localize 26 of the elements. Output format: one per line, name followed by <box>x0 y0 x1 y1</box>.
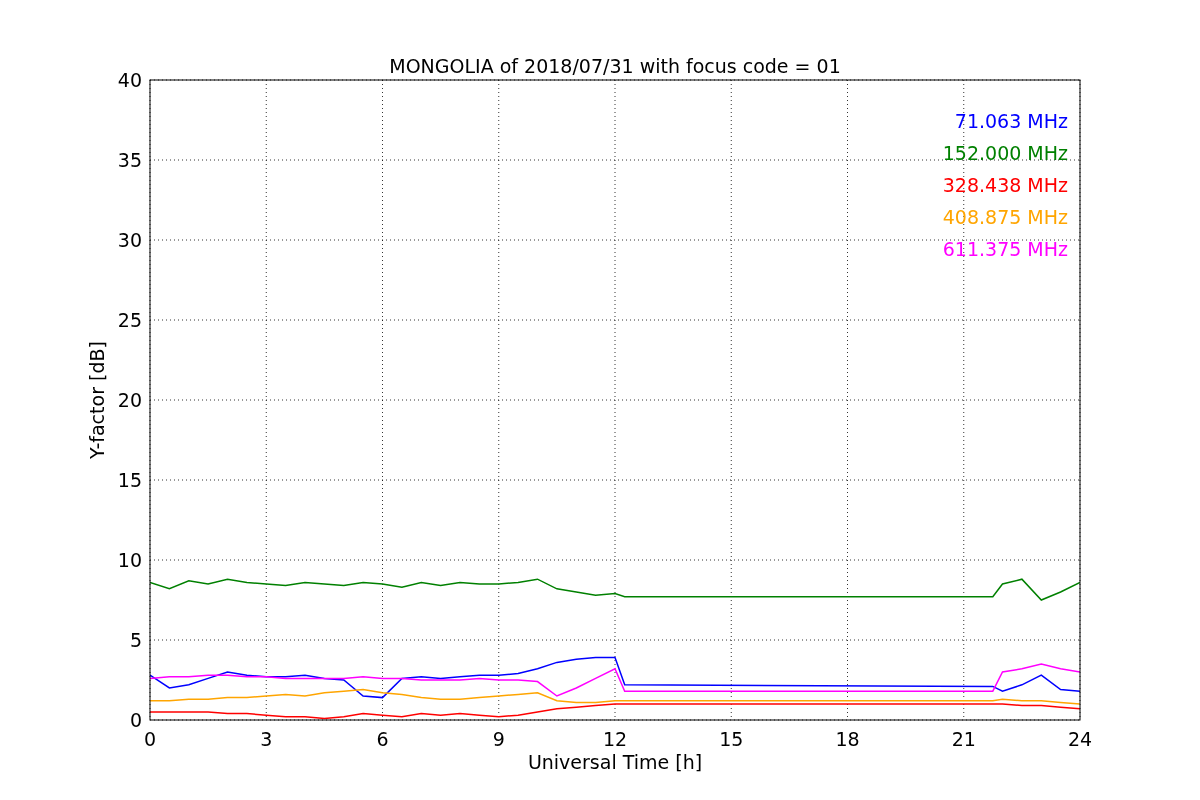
tick-label: 15 <box>117 469 142 491</box>
tick-label: 6 <box>376 728 389 750</box>
tick-label: 24 <box>1067 728 1093 750</box>
tick-label: 25 <box>117 309 142 331</box>
tick-label: 40 <box>117 69 142 91</box>
tick-label: 9 <box>492 728 505 750</box>
y-axis-label: Y-factor [dB] <box>86 341 108 459</box>
tick-label: 18 <box>835 728 860 750</box>
tick-label: 21 <box>951 728 976 750</box>
legend-label: 152.000 MHz <box>942 142 1068 164</box>
tick-label: 35 <box>117 149 142 171</box>
tick-label: 0 <box>129 709 142 731</box>
tick-label: 20 <box>117 389 142 411</box>
tick-label: 30 <box>117 229 142 251</box>
tick-label: 3 <box>260 728 273 750</box>
legend-label: 71.063 MHz <box>954 110 1068 132</box>
legend-label: 611.375 MHz <box>942 238 1068 260</box>
legend-label: 408.875 MHz <box>942 206 1068 228</box>
tick-label: 12 <box>602 728 628 750</box>
chart-title: MONGOLIA of 2018/07/31 with focus code = 01 <box>389 55 841 77</box>
x-axis-label: Universal Time [h] <box>527 751 703 773</box>
tick-label: 0 <box>143 728 157 750</box>
tick-label: 10 <box>117 549 142 571</box>
tick-label: 5 <box>129 629 142 651</box>
tick-label: 15 <box>719 728 744 750</box>
legend-label: 328.438 MHz <box>942 174 1068 196</box>
